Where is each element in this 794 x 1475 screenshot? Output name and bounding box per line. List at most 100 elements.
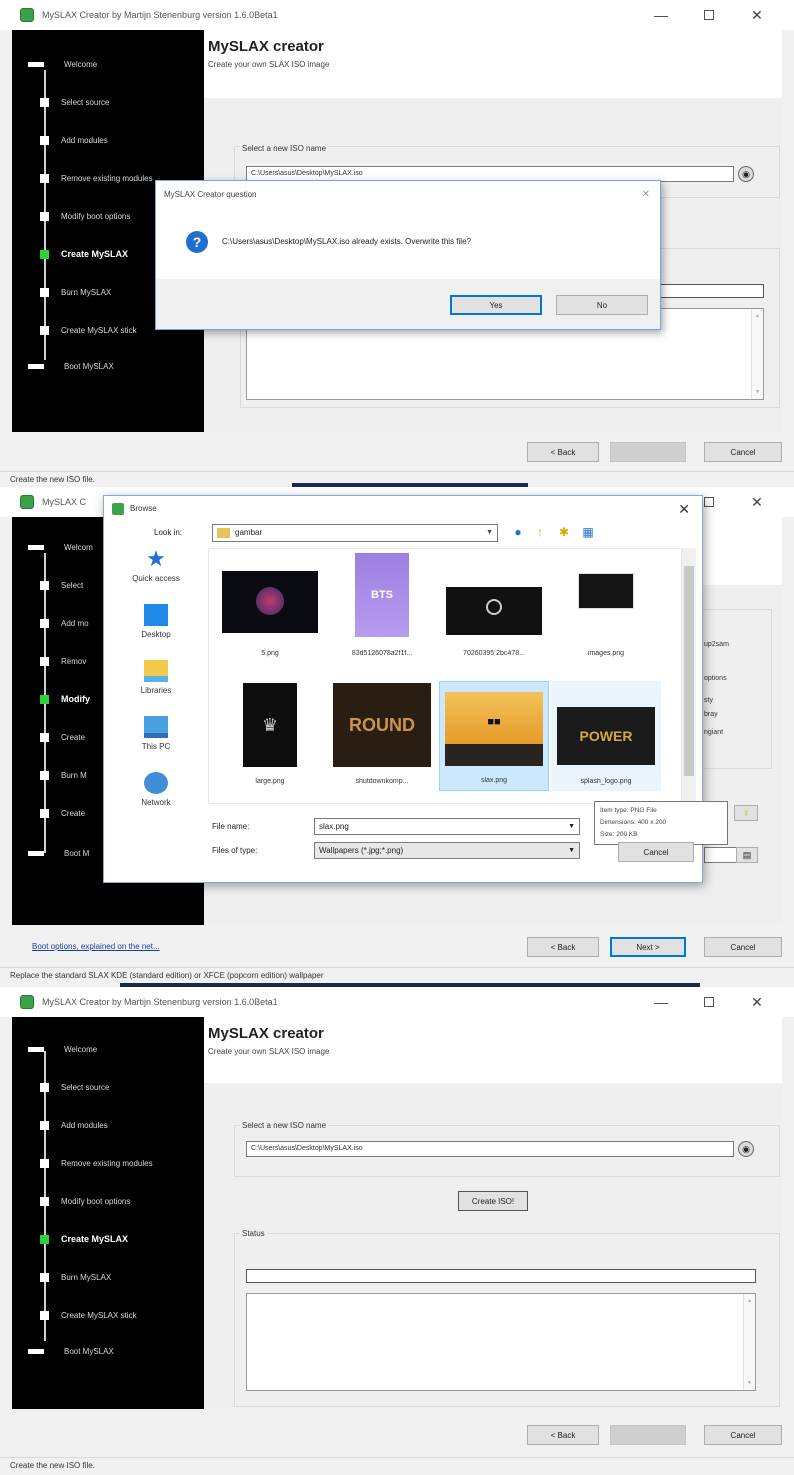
iso-path-input[interactable]: C:\Users\asus\Desktop\MySLAX.iso [246, 1141, 734, 1157]
file-type-label: Files of type: [212, 846, 258, 855]
yes-button[interactable]: Yes [450, 295, 542, 315]
place-libraries[interactable]: Libraries [116, 660, 196, 695]
look-in-select[interactable]: gambar ▼ [212, 524, 498, 542]
dialog-message: C:\Users\asus\Desktop\MySLAX.iso already… [222, 237, 471, 246]
peek-text-1: up2sam [704, 641, 729, 648]
memo-scrollbar[interactable] [751, 309, 763, 399]
file-name-input[interactable]: slax.png ▼ [314, 818, 580, 835]
screenshot-create-question: MySLAX Creator by Martijn Stenenburg ver… [0, 0, 794, 487]
dialog-close-icon[interactable]: ✕ [642, 181, 650, 209]
peek-text-5: ngiant [704, 729, 724, 736]
new-folder-icon[interactable]: ✱ [556, 524, 572, 540]
title-bar: MySLAX Creator by Martijn Stenenburg ver… [0, 0, 794, 30]
open-folder-icon[interactable]: ▤ [736, 847, 758, 863]
file-item[interactable]: 70260395 2bc478... [439, 553, 549, 663]
memo-scrollbar[interactable] [743, 1294, 755, 1390]
step-modify-boot: Modify [28, 693, 90, 705]
browse-disc-icon[interactable]: ◉ [738, 166, 754, 182]
thumbnail: BTS [355, 553, 409, 637]
next-button[interactable]: Next > [610, 1425, 686, 1445]
step-add-modules: Add modules [28, 134, 108, 146]
place-desktop[interactable]: Desktop [116, 604, 196, 639]
scroll-thumb[interactable] [684, 566, 694, 776]
back-button[interactable]: < Back [527, 937, 599, 957]
log-memo [246, 1293, 756, 1391]
create-iso-button[interactable]: Create ISO! [458, 1191, 528, 1211]
progress-bar [246, 1269, 756, 1283]
computer-icon [144, 716, 168, 738]
window-title: MySLAX C [42, 497, 87, 507]
chevron-down-icon: ▼ [568, 847, 575, 854]
step-welcome: Welcom [28, 541, 93, 553]
step-burn-myslax: Burn MySLAX [28, 286, 111, 298]
file-item[interactable]: BTS 83d5126078a2f1f... [327, 553, 437, 663]
star-icon: ★ [146, 546, 166, 571]
app-icon [20, 8, 34, 22]
step-create-myslax: Create MySLAX [28, 1233, 128, 1245]
screenshot-create-myslax: MySLAX Creator by Martijn Stenenburg ver… [0, 987, 794, 1475]
look-in-value: gambar [235, 528, 263, 537]
step-boot-myslax: Boot MySLAX [28, 360, 114, 372]
question-icon: ? [186, 231, 208, 253]
libraries-icon [144, 660, 168, 682]
screenshot-browse-wallpaper: MySLAX C ✕ Welcom Select Add mo Remov Mo… [0, 487, 794, 987]
next-button[interactable]: Next > [610, 442, 686, 462]
browse-close-icon[interactable]: ✕ [678, 496, 690, 522]
page-title: MySLAX creator [208, 38, 324, 55]
place-network[interactable]: Network [116, 772, 196, 807]
look-in-label: Look in: [154, 528, 183, 537]
file-item-selected[interactable]: ■■ slax.png [439, 681, 549, 791]
step-create-stick: Create [28, 807, 85, 819]
place-quick-access[interactable]: ★ Quick access [116, 546, 196, 584]
dialog-body: ? C:\Users\asus\Desktop\MySLAX.iso alrea… [156, 209, 660, 279]
cancel-button[interactable]: Cancel [704, 937, 782, 957]
tooltip-type: Item type: PNG File [600, 807, 657, 814]
file-item[interactable]: ♛ large.png [215, 681, 325, 791]
maximize-icon[interactable] [686, 0, 732, 30]
maximize-icon[interactable] [686, 987, 732, 1017]
minimize-icon[interactable]: — [638, 0, 684, 30]
file-item[interactable]: POWER splash_logo.png [551, 681, 661, 791]
peek-text-4: bray [704, 711, 718, 718]
step-create-myslax: Create MySLAX [28, 248, 128, 260]
up-folder-icon[interactable]: ↑ [532, 524, 548, 540]
file-item[interactable]: 5.png [215, 553, 325, 663]
browse-disc-icon[interactable]: ◉ [738, 1141, 754, 1157]
step-boot-myslax: Boot MySLAX [28, 1345, 114, 1357]
browse-cancel-button[interactable]: Cancel [618, 842, 694, 862]
folder-icon [217, 528, 230, 538]
peek-text-2: options [704, 675, 727, 682]
back-button[interactable]: < Back [527, 442, 599, 462]
no-button[interactable]: No [556, 295, 648, 315]
tooltip-dimensions: Dimensions: 400 x 200 [600, 819, 667, 826]
thumbnail [446, 587, 542, 635]
next-button[interactable]: Next > [610, 937, 686, 957]
step-modify-boot: Modify boot options [28, 210, 130, 222]
title-bar: MySLAX Creator by Martijn Stenenburg ver… [0, 987, 794, 1017]
file-type-select[interactable]: Wallpapers (*.jpg;*.png) ▼ [314, 842, 580, 859]
file-item[interactable]: ROUND shutdownkomp... [327, 681, 437, 791]
back-nav-icon[interactable]: ● [510, 524, 526, 540]
view-menu-icon[interactable]: ▦ [580, 524, 596, 540]
close-icon[interactable]: ✕ [734, 487, 780, 517]
lightbulb-icon[interactable]: ♀ [734, 805, 758, 821]
step-burn-myslax: Burn M [28, 769, 87, 781]
status-bar: Replace the standard SLAX KDE (standard … [0, 967, 794, 983]
close-icon[interactable]: ✕ [734, 0, 780, 30]
chevron-down-icon: ▼ [568, 823, 575, 830]
cancel-button[interactable]: Cancel [704, 1425, 782, 1445]
step-select-source: Select [28, 579, 83, 591]
minimize-icon[interactable]: — [638, 987, 684, 1017]
thumbnail [578, 573, 634, 609]
file-list-scrollbar[interactable] [682, 548, 696, 804]
cancel-button[interactable]: Cancel [704, 442, 782, 462]
step-remove-modules: Remove existing modules [28, 1157, 153, 1169]
step-remove-modules: Remov [28, 655, 86, 667]
place-this-pc[interactable]: This PC [116, 716, 196, 751]
boot-options-link[interactable]: Boot options, explained on the net... [32, 942, 160, 951]
back-button[interactable]: < Back [527, 1425, 599, 1445]
thumbnail: ♛ [243, 683, 297, 767]
step-remove-modules: Remove existing modules [28, 172, 153, 184]
file-item[interactable]: images.png [551, 553, 661, 663]
close-icon[interactable]: ✕ [734, 987, 780, 1017]
